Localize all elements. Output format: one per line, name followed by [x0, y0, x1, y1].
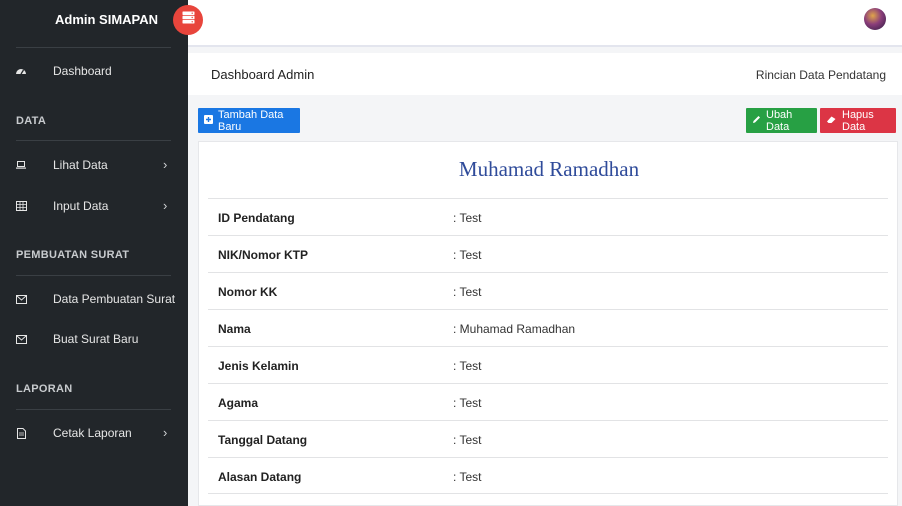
add-new-data-label: Tambah Data Baru [218, 108, 284, 133]
row-label: Nomor KK [218, 285, 278, 299]
pencil-icon [752, 115, 761, 127]
sidebar-divider [16, 409, 171, 410]
sidebar-heading-data: DATA [16, 115, 47, 127]
sidebar-item-buat-surat-baru[interactable]: Buat Surat Baru [0, 328, 188, 352]
row-value: : Muhamad Ramadhan [453, 322, 576, 336]
sidebar-item-data-pembuatan-surat[interactable]: Data Pembuatan Surat [0, 288, 188, 312]
table-row: Jenis Kelamin : Test [208, 346, 888, 383]
server-icon [182, 11, 195, 29]
page-header: Dashboard Admin Rincian Data Pendatang [188, 53, 902, 95]
row-value: : Test [453, 433, 482, 447]
row-label: ID Pendatang [218, 211, 295, 225]
sidebar-item-label: Data Pembuatan Surat [53, 292, 176, 306]
sidebar-item-label: Input Data [53, 199, 109, 213]
sidebar-item-input-data[interactable]: Input Data › [0, 195, 188, 219]
row-value: : Test [453, 396, 482, 410]
file-icon [14, 426, 28, 440]
row-value: : Test [453, 285, 482, 299]
delete-data-label: Hapus Data [842, 108, 874, 133]
envelope-icon [14, 292, 28, 306]
sidebar-divider [16, 275, 171, 276]
edit-data-label: Ubah Data [766, 108, 793, 133]
row-label: Nama [218, 322, 251, 336]
user-avatar[interactable] [864, 8, 886, 30]
chevron-right-icon: › [163, 198, 168, 213]
row-label: Alasan Datang [218, 470, 302, 484]
sidebar-item-cetak-laporan[interactable]: Cetak Laporan › [0, 422, 188, 446]
plus-square-icon [204, 114, 213, 127]
table-icon [14, 199, 28, 213]
sidebar-heading-laporan: LAPORAN [16, 383, 73, 395]
sidebar-item-lihat-data[interactable]: Lihat Data › [0, 154, 188, 178]
row-value: : Test [453, 211, 482, 225]
chevron-right-icon: › [163, 425, 168, 440]
sidebar-item-label: Dashboard [53, 64, 112, 78]
table-row: Nama : Muhamad Ramadhan [208, 309, 888, 346]
row-value: : Test [453, 248, 482, 262]
dashboard-icon [14, 64, 28, 78]
sidebar-divider [16, 140, 171, 141]
table-row: NIK/Nomor KTP : Test [208, 235, 888, 272]
eraser-icon [826, 115, 837, 127]
topbar [188, 0, 902, 47]
table-row: Nomor KK : Test [208, 272, 888, 309]
sidebar-item-label: Buat Surat Baru [53, 332, 139, 346]
laptop-icon [14, 158, 28, 172]
row-label: Agama [218, 396, 259, 410]
sidebar-item-label: Cetak Laporan [53, 426, 132, 440]
table-row: Alasan Datang : Test [208, 457, 888, 494]
table-row: Agama : Test [208, 383, 888, 420]
row-label: Jenis Kelamin [218, 359, 299, 373]
sidebar-item-dashboard[interactable]: Dashboard [0, 60, 188, 84]
row-value: : Test [453, 470, 482, 484]
table-row: ID Pendatang : Test [208, 198, 888, 235]
add-new-data-button[interactable]: Tambah Data Baru [198, 108, 300, 133]
sidebar-divider [16, 47, 171, 48]
page-title: Dashboard Admin [211, 67, 315, 82]
sidebar-heading-surat: PEMBUATAN SURAT [16, 249, 130, 261]
sidebar-toggle-button[interactable] [173, 5, 203, 35]
breadcrumb: Rincian Data Pendatang [755, 68, 886, 82]
row-value: : Test [453, 359, 482, 373]
row-label: NIK/Nomor KTP [218, 248, 308, 262]
sidebar: Admin SIMAPAN Dashboard DATA Lihat Data … [0, 0, 188, 506]
row-label: Tanggal Datang [218, 433, 308, 447]
detail-name-title: Muhamad Ramadhan [458, 157, 640, 181]
brand: Admin SIMAPAN [0, 0, 188, 40]
sidebar-item-label: Lihat Data [53, 158, 108, 172]
edit-data-button[interactable]: Ubah Data [746, 108, 817, 133]
detail-card: Muhamad Ramadhan ID Pendatang : Test NIK… [198, 141, 898, 506]
delete-data-button[interactable]: Hapus Data [820, 108, 896, 133]
table-row: Tanggal Datang : Test [208, 420, 888, 457]
brand-title: Admin SIMAPAN [55, 12, 159, 27]
chevron-right-icon: › [163, 157, 168, 172]
envelope-icon [14, 332, 28, 346]
